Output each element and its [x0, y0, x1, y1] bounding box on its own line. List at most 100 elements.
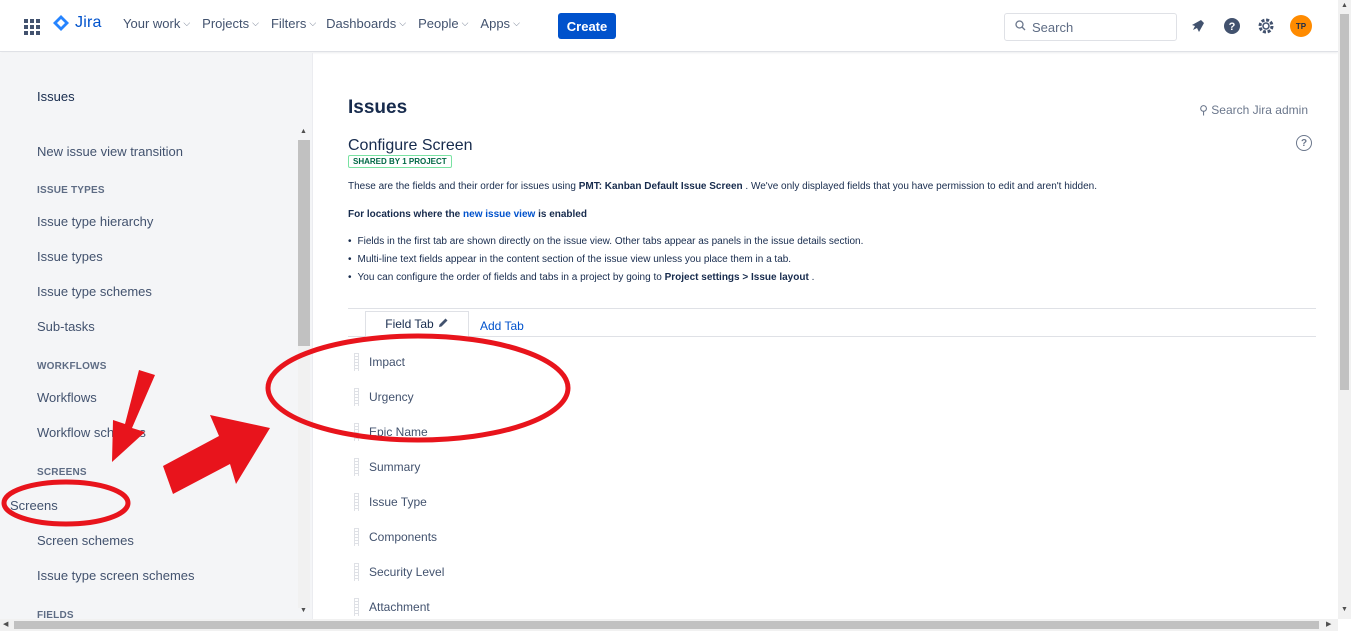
- sidebar-title: Issues: [37, 89, 75, 104]
- field-row-issue-type[interactable]: Issue Type: [354, 492, 427, 512]
- add-tab-link[interactable]: Add Tab: [480, 319, 524, 333]
- bullet-item: Multi-line text fields appear in the con…: [348, 254, 863, 265]
- scroll-right-icon[interactable]: ▶: [1326, 620, 1331, 628]
- sidebar-section-screens: SCREENS: [37, 467, 87, 478]
- chevron-down-icon: ⌵: [252, 18, 259, 28]
- sidebar-section-issue-types: ISSUE TYPES: [37, 185, 105, 196]
- shared-badge[interactable]: SHARED BY 1 PROJECT: [348, 155, 452, 168]
- page-vertical-scrollbar[interactable]: ▲ ▼: [1338, 0, 1351, 619]
- nav-label: People: [418, 16, 459, 31]
- nav-dashboards[interactable]: Dashboards ⌵: [326, 16, 406, 31]
- sidebar-item-new-issue-view-transition[interactable]: New issue view transition: [37, 144, 183, 159]
- chevron-down-icon: ⌵: [399, 18, 407, 28]
- search-icon: [1015, 20, 1026, 34]
- sidebar-item-workflow-schemes[interactable]: Workflow schemes: [37, 425, 146, 440]
- field-row-attachment[interactable]: Attachment: [354, 597, 430, 617]
- scrollbar-thumb[interactable]: [14, 621, 1319, 629]
- loc-text: For locations where the: [348, 209, 464, 220]
- drag-handle-icon[interactable]: [354, 353, 359, 371]
- loc-text: is enabled: [535, 209, 587, 220]
- field-row-epic-name[interactable]: Epic Name: [354, 422, 428, 442]
- page-title: Issues: [348, 97, 408, 118]
- nav-label: Apps: [480, 16, 511, 31]
- nav-label: Dashboards: [326, 16, 397, 31]
- chevron-down-icon: ⌵: [183, 18, 191, 28]
- help-icon[interactable]: ?: [1222, 16, 1242, 36]
- drag-handle-icon[interactable]: [354, 528, 359, 546]
- drag-handle-icon[interactable]: [354, 388, 359, 406]
- bullet-text: .: [808, 272, 815, 283]
- sidebar-item-issue-type-screen-schemes[interactable]: Issue type screen schemes: [37, 568, 195, 583]
- scroll-up-icon[interactable]: ▲: [300, 128, 307, 135]
- info-bullets: Fields in the first tab are shown direct…: [348, 236, 864, 290]
- bullet-item: You can configure the order of fields an…: [348, 272, 863, 283]
- scroll-down-icon[interactable]: ▼: [1341, 606, 1348, 613]
- field-label: Epic Name: [369, 425, 428, 439]
- main-content: Issues ⚲ Search Jira admin Configure Scr…: [314, 53, 1338, 619]
- admin-sidebar: Issues New issue view transition ISSUE T…: [0, 53, 313, 619]
- field-row-security-level[interactable]: Security Level: [354, 562, 444, 582]
- sidebar-item-screens[interactable]: Screens: [10, 498, 58, 513]
- user-avatar[interactable]: TP: [1290, 15, 1312, 37]
- chevron-down-icon: ⌵: [461, 18, 469, 28]
- sidebar-item-workflows[interactable]: Workflows: [37, 390, 97, 405]
- field-row-urgency[interactable]: Urgency: [354, 387, 414, 407]
- issue-layout-path: Project settings > Issue layout: [664, 272, 809, 283]
- tab-bar-line: [348, 336, 1316, 337]
- nav-projects[interactable]: Projects ⌵: [202, 16, 259, 31]
- field-label: Urgency: [369, 390, 414, 404]
- edit-pencil-icon[interactable]: [438, 317, 449, 331]
- field-label: Attachment: [369, 600, 430, 614]
- nav-your-work[interactable]: Your work ⌵: [123, 16, 190, 31]
- sidebar-item-issue-types[interactable]: Issue types: [37, 249, 103, 264]
- drag-handle-icon[interactable]: [354, 563, 359, 581]
- scroll-down-icon[interactable]: ▼: [300, 607, 307, 614]
- new-issue-view-link[interactable]: new issue view: [463, 209, 535, 220]
- sidebar-scrollbar[interactable]: ▲ ▼: [298, 128, 310, 616]
- drag-handle-icon[interactable]: [354, 598, 359, 616]
- search-jira-admin-link[interactable]: ⚲ Search Jira admin: [1199, 103, 1308, 117]
- bullet-item: Fields in the first tab are shown direct…: [348, 236, 864, 247]
- tab-label: Field Tab: [385, 317, 434, 331]
- drag-handle-icon[interactable]: [354, 458, 359, 476]
- nav-people[interactable]: People ⌵: [418, 16, 468, 31]
- sidebar-item-issue-type-hierarchy[interactable]: Issue type hierarchy: [37, 214, 153, 229]
- jira-logo[interactable]: Jira: [52, 14, 102, 32]
- sidebar-section-workflows: WORKFLOWS: [37, 361, 107, 372]
- drag-handle-icon[interactable]: [354, 493, 359, 511]
- svg-text:?: ?: [1229, 21, 1236, 33]
- sidebar-item-issue-type-schemes[interactable]: Issue type schemes: [37, 284, 152, 299]
- settings-gear-icon[interactable]: [1256, 16, 1276, 36]
- tab-field-tab[interactable]: Field Tab: [365, 311, 469, 337]
- top-navigation: Jira Your work ⌵ Projects ⌵ Filters ⌵ Dashb…: [0, 0, 1338, 52]
- create-button[interactable]: Create: [558, 13, 616, 39]
- chevron-down-icon: ⌵: [513, 18, 520, 28]
- chevron-down-icon: ⌵: [309, 18, 317, 28]
- notifications-icon[interactable]: [1188, 16, 1208, 36]
- nav-filters[interactable]: Filters ⌵: [271, 16, 316, 31]
- bullet-text: You can configure the order of fields an…: [357, 272, 665, 283]
- drag-handle-icon[interactable]: [354, 423, 359, 441]
- scrollbar-thumb[interactable]: [298, 140, 310, 346]
- search-input[interactable]: Search: [1004, 13, 1177, 41]
- desc-text: . We've only displayed fields that you h…: [742, 181, 1098, 192]
- nav-label: Your work: [123, 16, 181, 31]
- field-row-components[interactable]: Components: [354, 527, 437, 547]
- scroll-left-icon[interactable]: ◀: [3, 620, 8, 628]
- logo-text: Jira: [75, 14, 102, 31]
- search-placeholder: Search: [1032, 19, 1074, 35]
- field-row-summary[interactable]: Summary: [354, 457, 420, 477]
- field-label: Security Level: [369, 565, 445, 579]
- scroll-up-icon[interactable]: ▲: [1341, 2, 1348, 9]
- app-switcher-icon[interactable]: [24, 19, 40, 35]
- scrollbar-thumb[interactable]: [1340, 14, 1349, 390]
- field-row-impact[interactable]: Impact: [354, 352, 405, 372]
- new-issue-view-heading: For locations where the new issue view i…: [348, 209, 587, 220]
- help-icon[interactable]: ?: [1296, 135, 1312, 151]
- sidebar-item-sub-tasks[interactable]: Sub-tasks: [37, 319, 95, 334]
- nav-apps[interactable]: Apps ⌵: [480, 16, 519, 31]
- field-label: Summary: [369, 460, 421, 474]
- sidebar-item-screen-schemes[interactable]: Screen schemes: [37, 533, 134, 548]
- page-horizontal-scrollbar[interactable]: ◀ ▶: [0, 619, 1338, 631]
- divider: [348, 308, 1316, 309]
